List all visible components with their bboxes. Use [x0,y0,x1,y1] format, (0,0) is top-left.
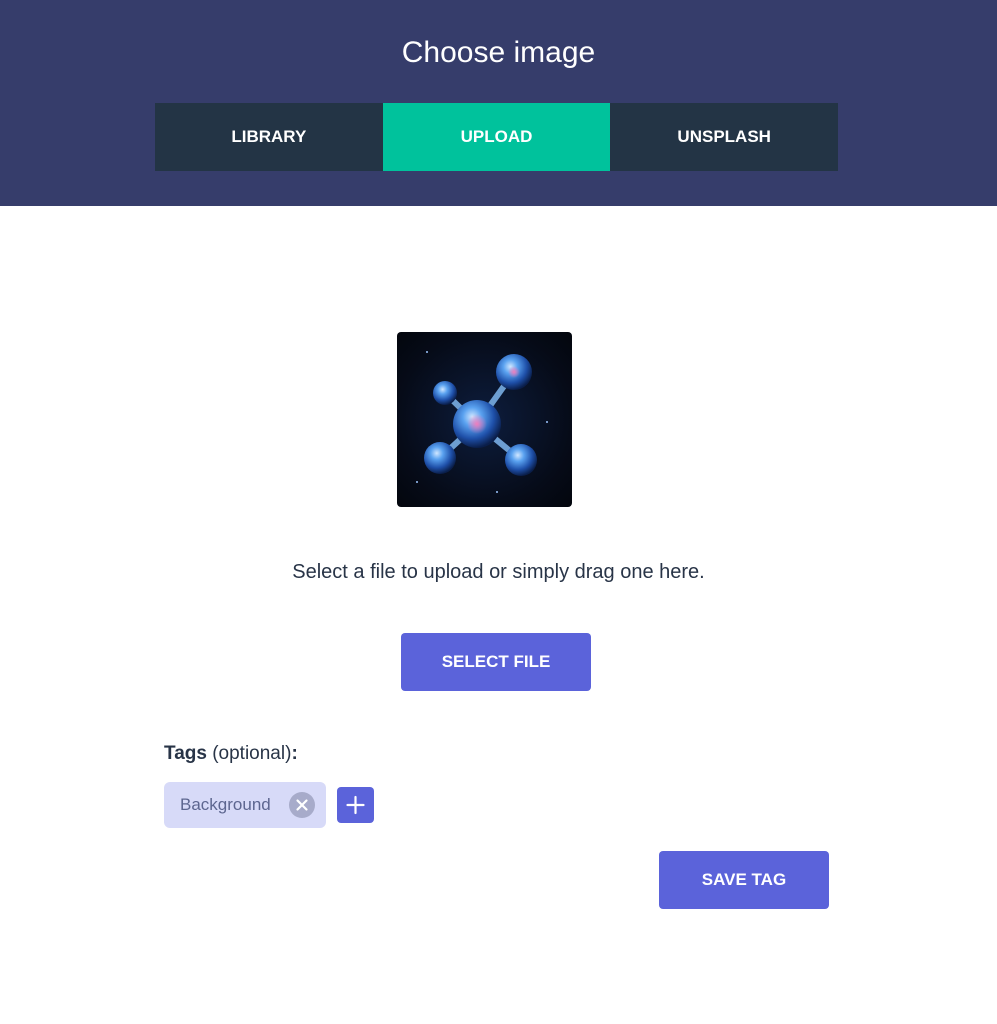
select-file-button[interactable]: SELECT FILE [401,633,591,691]
page-title: Choose image [401,36,596,69]
tag-chip-label: Background [180,795,271,814]
tags-label-optional: (optional) [206,743,292,764]
tab-unsplash[interactable]: UNSPLASH [610,103,839,171]
add-tag-button[interactable] [337,787,374,823]
upload-hint: Select a file to upload or simply drag o… [292,561,705,583]
source-tabs: LIBRARY UPLOAD UNSPLASH [155,103,839,171]
plus-icon [346,795,365,815]
tab-upload[interactable]: UPLOAD [382,103,611,171]
save-tag-button[interactable]: SAVE TAG [659,851,829,909]
tags-label-colon: : [291,743,298,764]
tags-label: Tags (optional): [164,741,298,767]
molecule-image [397,332,572,507]
tab-library[interactable]: LIBRARY [155,103,383,171]
close-circle-icon[interactable] [289,792,315,818]
modal-header: Choose image LIBRARY UPLOAD UNSPLASH [0,0,997,206]
tag-chip: Background [164,782,326,828]
tags-label-title: Tags [164,743,207,764]
